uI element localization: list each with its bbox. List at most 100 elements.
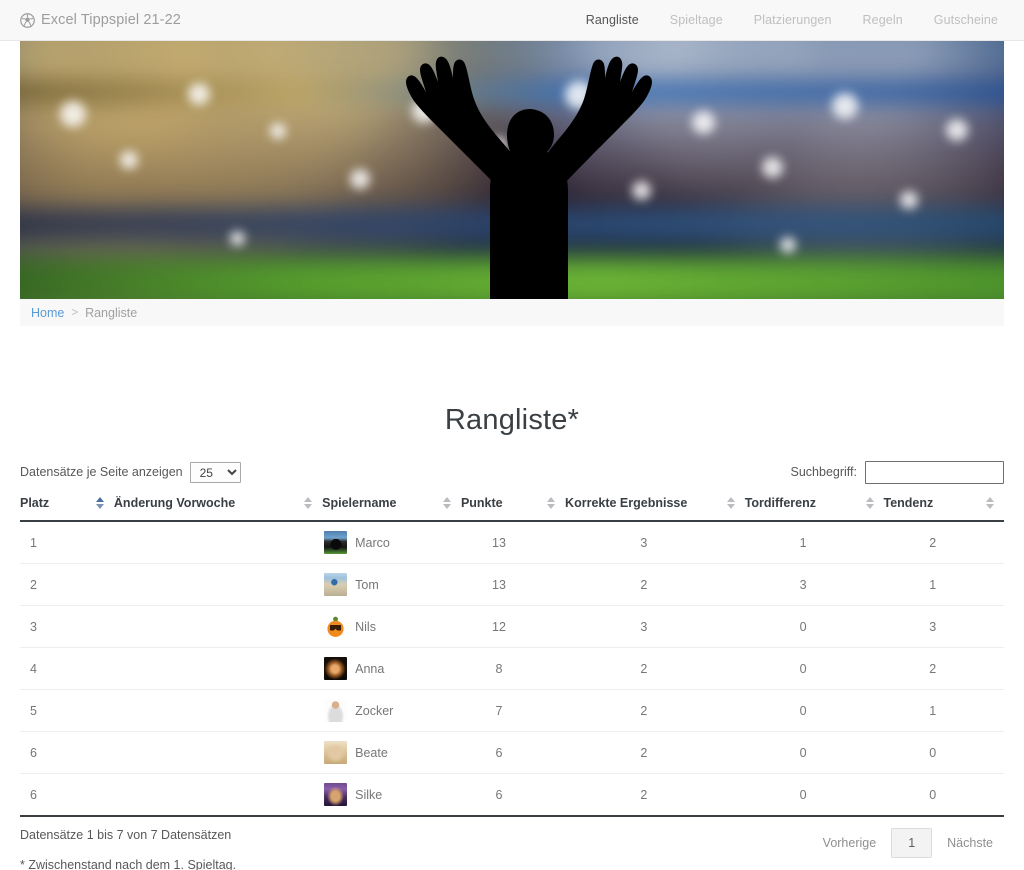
- sort-icon-spielername[interactable]: [442, 497, 461, 509]
- table-row: 3 Nils 12 3 0 3: [20, 605, 1004, 648]
- sort-icon-aenderung-vorwoche[interactable]: [304, 497, 322, 509]
- value-punkte: 6: [495, 787, 503, 802]
- table-row: 2 Tom 13 2 3 1: [20, 563, 1004, 606]
- column-header-punkte[interactable]: Punkte: [460, 496, 566, 522]
- value-korrekte-ergebnisse: 2: [640, 745, 648, 760]
- table-row: 6 Silke 6 2 0 0: [20, 773, 1004, 817]
- pagination-previous[interactable]: Vorherige: [812, 830, 888, 856]
- cell-platz: 5: [20, 689, 114, 732]
- value-spielername: Zocker: [355, 703, 394, 718]
- soccer-ball-icon: [20, 12, 35, 28]
- cell-spielername: Zocker: [322, 689, 461, 732]
- column-header-platz[interactable]: Platz: [20, 496, 114, 522]
- cell-platz: 6: [20, 731, 114, 774]
- value-korrekte-ergebnisse: 2: [640, 703, 648, 718]
- brand-title: Excel Tippspiel 21-22: [41, 12, 181, 28]
- pagination-next[interactable]: Nächste: [936, 830, 1004, 856]
- nav-item-gutscheine[interactable]: Gutscheine: [934, 13, 998, 27]
- value-tendenz: 0: [929, 745, 937, 760]
- nav-links: Rangliste Spieltage Platzierungen Regeln…: [586, 13, 1002, 27]
- table-footnote: * Zwischenstand nach dem 1. Spieltag.: [20, 858, 237, 870]
- cell-tendenz: 0: [883, 731, 1004, 774]
- cell-tendenz: 2: [883, 647, 1004, 690]
- cell-aenderung: [113, 647, 323, 690]
- cell-tordifferenz: 0: [744, 605, 884, 648]
- cell-punkte: 13: [460, 563, 566, 606]
- cell-punkte: 6: [460, 773, 566, 817]
- table-row: 1 Marco 13 3 1 2: [20, 521, 1004, 564]
- value-tordifferenz: 0: [799, 619, 807, 634]
- nav-item-rangliste[interactable]: Rangliste: [586, 13, 639, 27]
- value-spielername: Anna: [355, 661, 385, 676]
- cell-tordifferenz: 3: [744, 563, 884, 606]
- cell-spielername: Anna: [322, 647, 461, 690]
- sort-icon-punkte[interactable]: [547, 497, 565, 509]
- page-length-select[interactable]: 10 25 50 100: [189, 461, 241, 483]
- cell-spielername: Beate: [322, 731, 461, 774]
- table-info-block: Datensätze 1 bis 7 von 7 Datensätzen * Z…: [20, 828, 236, 870]
- cell-tendenz: 1: [883, 689, 1004, 732]
- value-platz: 3: [30, 619, 37, 634]
- value-korrekte-ergebnisse: 3: [640, 535, 648, 550]
- column-label-platz: Platz: [20, 496, 50, 510]
- ranking-table: Platz Änderung Vorwoche Spielername Punk…: [20, 496, 1004, 817]
- search-label: Suchbegriff:: [790, 465, 857, 479]
- top-navbar: Excel Tippspiel 21-22 Rangliste Spieltag…: [0, 0, 1024, 41]
- value-tendenz: 1: [929, 577, 937, 592]
- cell-platz: 2: [20, 563, 114, 606]
- value-tendenz: 2: [929, 661, 937, 676]
- cell-tendenz: 2: [883, 521, 1004, 564]
- brand-logo[interactable]: Excel Tippspiel 21-22: [20, 12, 181, 28]
- cell-tendenz: 1: [883, 563, 1004, 606]
- page-length-label: Datensätze je Seite anzeigen: [20, 465, 183, 479]
- nav-item-platzierungen[interactable]: Platzierungen: [754, 13, 832, 27]
- breadcrumb-separator: >: [71, 306, 79, 319]
- sort-icon-platz[interactable]: [95, 497, 114, 509]
- column-header-aenderung-vorwoche[interactable]: Änderung Vorwoche: [113, 496, 323, 522]
- cell-tordifferenz: 0: [744, 773, 884, 817]
- cell-korrekte-ergebnisse: 2: [565, 647, 745, 690]
- column-header-tendenz[interactable]: Tendenz: [883, 496, 1004, 522]
- avatar: [324, 783, 348, 806]
- sort-icon-korrekte-ergebnisse[interactable]: [726, 497, 745, 509]
- cell-tordifferenz: 0: [744, 689, 884, 732]
- column-label-tordifferenz: Tordifferenz: [744, 496, 816, 510]
- search-input[interactable]: [865, 460, 1004, 484]
- value-punkte: 12: [492, 619, 506, 634]
- value-platz: 2: [30, 577, 37, 592]
- breadcrumb-home-link[interactable]: Home: [31, 306, 64, 320]
- cell-korrekte-ergebnisse: 2: [565, 689, 745, 732]
- nav-item-regeln[interactable]: Regeln: [863, 13, 903, 27]
- sort-icon-tendenz[interactable]: [986, 497, 1004, 509]
- value-punkte: 7: [495, 703, 503, 718]
- column-header-tordifferenz[interactable]: Tordifferenz: [744, 496, 884, 522]
- value-platz: 6: [30, 745, 37, 760]
- cell-korrekte-ergebnisse: 3: [565, 605, 745, 648]
- table-area: Datensätze je Seite anzeigen 10 25 50 10…: [0, 459, 1024, 870]
- cell-tordifferenz: 0: [744, 647, 884, 690]
- sort-icon-tordifferenz[interactable]: [865, 497, 884, 509]
- value-spielername: Tom: [355, 577, 379, 592]
- cell-spielername: Tom: [322, 563, 461, 606]
- column-header-spielername[interactable]: Spielername: [322, 496, 461, 522]
- value-tordifferenz: 1: [799, 535, 807, 550]
- page-title: Rangliste*: [444, 404, 580, 436]
- value-platz: 5: [30, 703, 37, 718]
- fan-silhouette-icon: [406, 56, 652, 299]
- value-punkte: 13: [492, 535, 506, 550]
- value-tordifferenz: 0: [799, 745, 807, 760]
- cell-punkte: 6: [460, 731, 566, 774]
- breadcrumb-current: Rangliste: [85, 305, 138, 320]
- value-tordifferenz: 3: [799, 577, 807, 592]
- avatar: [324, 657, 348, 680]
- cell-aenderung: [113, 689, 323, 732]
- nav-item-spieltage[interactable]: Spieltage: [670, 13, 723, 27]
- hero-wrapper: [0, 41, 1024, 299]
- value-spielername: Nils: [355, 619, 376, 634]
- pagination-page-1[interactable]: 1: [891, 828, 933, 858]
- hero-banner-image: [20, 41, 1004, 299]
- value-tendenz: 0: [929, 787, 937, 802]
- pagination: Vorherige 1 Nächste: [812, 828, 1004, 858]
- table-controls: Datensätze je Seite anzeigen 10 25 50 10…: [20, 459, 1004, 485]
- column-header-korrekte-ergebnisse[interactable]: Korrekte Ergebnisse: [565, 496, 745, 522]
